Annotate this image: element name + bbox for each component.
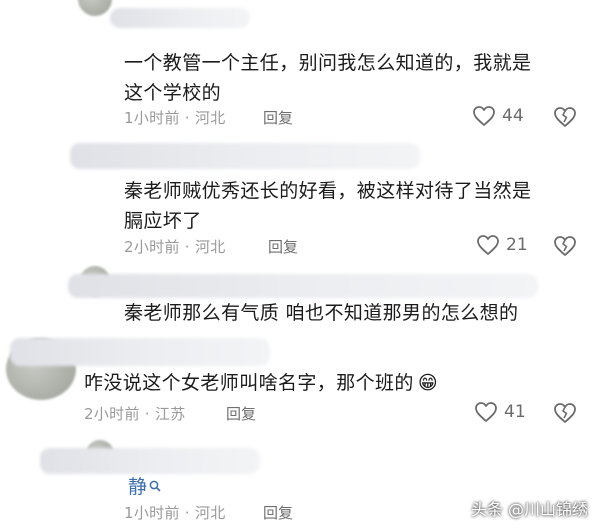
like-button[interactable]: 21	[476, 234, 528, 256]
heart-outline-icon	[474, 401, 498, 423]
heart-outline-icon	[476, 234, 500, 256]
comment-text: 秦老师那么有气质 咱也不知道那男的怎么想的	[124, 298, 518, 328]
comment-time-location: 1小时前 · 河北	[124, 109, 226, 127]
heart-outline-icon	[472, 105, 496, 127]
like-count: 41	[504, 402, 526, 422]
like-count: 21	[506, 235, 528, 255]
search-icon	[149, 475, 161, 497]
comment-line: 秦老师那么有气质 咱也不知道那男的怎么想的	[124, 302, 519, 324]
comment-line: 这个学校的	[124, 82, 222, 104]
comment-time-location: 1小时前 · 河北	[124, 504, 226, 522]
username-text: 静	[128, 476, 148, 498]
broken-heart-icon	[553, 106, 577, 128]
like-button[interactable]: 41	[474, 401, 526, 423]
comment-line: 秦老师贼优秀还长的好看，被这样对待了当然是	[124, 180, 532, 202]
username-blurred[interactable]	[40, 448, 260, 474]
reply-button[interactable]: 回复	[268, 236, 298, 257]
like-count: 44	[502, 106, 524, 126]
comment-text: 咋没说这个女老师叫啥名字，那个班的 😁	[84, 368, 438, 398]
broken-heart-icon	[553, 235, 577, 257]
comment-line: 咋没说这个女老师叫啥名字，那个班的	[84, 372, 414, 394]
dislike-button[interactable]	[553, 235, 577, 257]
dislike-button[interactable]	[553, 106, 577, 128]
comment-time-location: 2小时前 · 江苏	[84, 405, 186, 423]
dislike-button[interactable]	[553, 402, 577, 424]
comment-text: 一个教管一个主任，别问我怎么知道的，我就是 这个学校的	[124, 48, 531, 108]
username-partial[interactable]: 静	[128, 472, 161, 499]
username-blurred[interactable]	[10, 338, 270, 366]
reply-button[interactable]: 回复	[263, 107, 293, 128]
username-blurred[interactable]	[110, 8, 250, 28]
broken-heart-icon	[553, 402, 577, 424]
reply-button[interactable]: 回复	[226, 403, 256, 424]
username-blurred[interactable]	[68, 274, 538, 298]
comment-time-location: 2小时前 · 河北	[124, 238, 226, 256]
watermark: 头条 @川山锦绣	[470, 500, 588, 519]
grinning-emoji-icon: 😁	[417, 372, 439, 394]
reply-button[interactable]: 回复	[263, 502, 293, 523]
comment-line: 膈应坏了	[124, 210, 202, 232]
comment-text: 秦老师贼优秀还长的好看，被这样对待了当然是 膈应坏了	[124, 176, 531, 236]
comment-line: 一个教管一个主任，别问我怎么知道的，我就是	[124, 52, 532, 74]
username-blurred[interactable]	[70, 143, 420, 169]
avatar[interactable]	[78, 0, 112, 16]
like-button[interactable]: 44	[472, 105, 524, 127]
